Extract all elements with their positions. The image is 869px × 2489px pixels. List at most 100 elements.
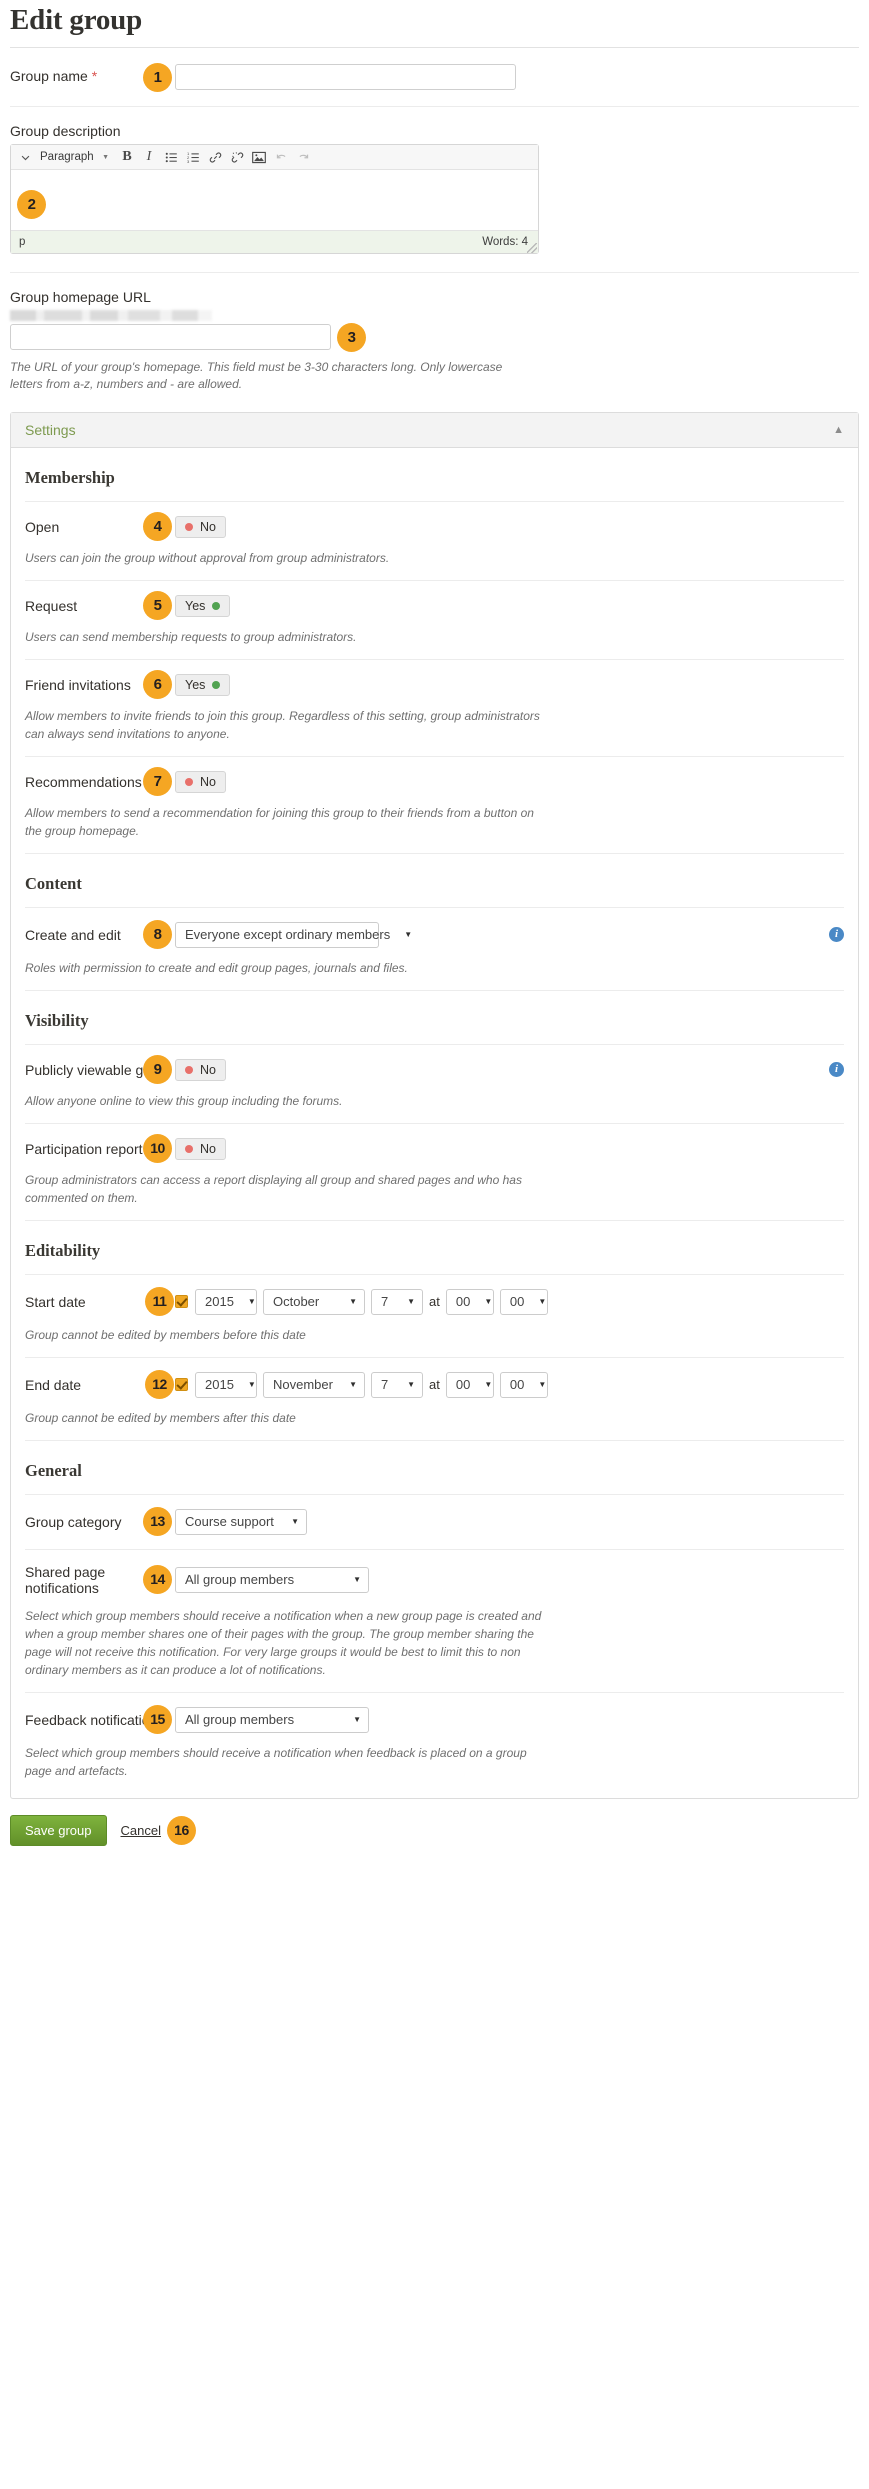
- settings-panel: Settings ▲ Membership Open No Users can …: [10, 412, 859, 1799]
- start-date-at-label: at: [429, 1294, 440, 1309]
- group-url-input[interactable]: [10, 324, 331, 350]
- group-description-editor: Paragraph ▼ B I 1 2 3: [10, 144, 539, 254]
- status-dot-on-icon: [212, 602, 220, 610]
- settings-panel-title: Settings: [25, 422, 76, 438]
- publicly-viewable-toggle[interactable]: No: [175, 1059, 226, 1081]
- setting-row-request: Request Yes Users can send membership re…: [25, 581, 844, 660]
- open-toggle[interactable]: No: [175, 516, 226, 538]
- end-date-hour-value: 00: [456, 1377, 470, 1392]
- start-date-minute-select[interactable]: 00 ▼: [500, 1289, 548, 1315]
- start-date-minute-value: 00: [510, 1294, 524, 1309]
- start-date-hour-select[interactable]: 00 ▼: [446, 1289, 494, 1315]
- numbered-list-icon[interactable]: 1 2 3: [183, 147, 203, 168]
- section-heading-membership: Membership: [25, 448, 844, 502]
- group-name-input[interactable]: [175, 64, 516, 90]
- request-toggle[interactable]: Yes: [175, 595, 230, 617]
- recommendations-toggle[interactable]: No: [175, 771, 226, 793]
- required-asterisk: *: [92, 68, 97, 84]
- italic-icon[interactable]: I: [139, 147, 159, 168]
- format-select[interactable]: Paragraph ▼: [37, 147, 115, 168]
- end-date-minute-select[interactable]: 00 ▼: [500, 1372, 548, 1398]
- start-date-hour-value: 00: [456, 1294, 470, 1309]
- group-url-prefix-redacted: [10, 310, 212, 321]
- shared-page-notifications-description: Select which group members should receiv…: [25, 1607, 545, 1679]
- end-date-description: Group cannot be edited by members after …: [25, 1409, 545, 1427]
- status-dot-off-icon: [185, 1145, 193, 1153]
- cancel-link[interactable]: Cancel: [121, 1823, 161, 1838]
- request-description: Users can send membership requests to gr…: [25, 628, 545, 646]
- chevron-down-icon: ▼: [234, 1297, 256, 1306]
- group-category-value: Course support: [185, 1514, 274, 1529]
- end-date-month-select[interactable]: November ▼: [263, 1372, 365, 1398]
- callout-badge-1: 1: [143, 63, 172, 92]
- group-name-row: Group name *: [10, 48, 859, 90]
- feedback-notifications-select[interactable]: All group members ▼: [175, 1707, 369, 1733]
- svg-text:3: 3: [187, 159, 190, 164]
- group-category-select[interactable]: Course support ▼: [175, 1509, 307, 1535]
- edit-group-page: Edit group Group name * Group descriptio…: [0, 0, 869, 1860]
- section-heading-editability: Editability: [25, 1221, 844, 1275]
- setting-row-start-date: Start date 2015 ▼ October ▼ 7: [25, 1275, 844, 1358]
- start-date-checkbox[interactable]: [175, 1295, 188, 1308]
- create-and-edit-value: Everyone except ordinary members: [185, 927, 390, 942]
- start-date-month-value: October: [273, 1294, 319, 1309]
- editor-element-path: p: [19, 236, 482, 248]
- create-and-edit-select[interactable]: Everyone except ordinary members ▼: [175, 922, 379, 948]
- chevron-down-icon: ▼: [234, 1380, 256, 1389]
- group-name-control: [175, 64, 859, 90]
- editor-resize-handle[interactable]: [527, 243, 537, 253]
- create-and-edit-description: Roles with permission to create and edit…: [25, 959, 545, 977]
- status-dot-off-icon: [185, 1066, 193, 1074]
- recommendations-description: Allow members to send a recommendation f…: [25, 804, 545, 840]
- end-date-year-select[interactable]: 2015 ▼: [195, 1372, 257, 1398]
- save-group-button[interactable]: Save group: [10, 1815, 107, 1846]
- format-select-value: Paragraph: [40, 151, 94, 163]
- start-date-day-select[interactable]: 7 ▼: [371, 1289, 423, 1315]
- unlink-icon[interactable]: [227, 147, 247, 168]
- participation-report-toggle[interactable]: No: [175, 1138, 226, 1160]
- chevron-down-icon: ▼: [524, 1297, 546, 1306]
- chevron-down-icon: ▼: [102, 154, 109, 161]
- participation-report-description: Group administrators can access a report…: [25, 1171, 545, 1207]
- chevron-down-icon: ▼: [524, 1380, 546, 1389]
- friend-invitations-toggle[interactable]: Yes: [175, 674, 230, 696]
- setting-row-feedback-notifications: Feedback notifications All group members…: [25, 1693, 844, 1780]
- open-toggle-value: No: [200, 520, 216, 534]
- end-date-day-value: 7: [381, 1377, 388, 1392]
- chevron-down-icon: ▼: [339, 1575, 361, 1584]
- redo-icon[interactable]: [293, 147, 313, 168]
- shared-page-notifications-value: All group members: [185, 1572, 294, 1587]
- link-icon[interactable]: [205, 147, 225, 168]
- settings-panel-body: Membership Open No Users can join the gr…: [11, 448, 858, 1798]
- recommendations-toggle-value: No: [200, 775, 216, 789]
- page-title: Edit group: [10, 0, 859, 47]
- chevron-up-icon: ▲: [833, 424, 844, 436]
- info-icon[interactable]: i: [829, 1062, 844, 1077]
- friend-invitations-toggle-value: Yes: [185, 678, 205, 692]
- undo-icon[interactable]: [271, 147, 291, 168]
- end-date-checkbox[interactable]: [175, 1378, 188, 1391]
- editor-status-bar: p Words: 4: [11, 230, 538, 253]
- settings-panel-header[interactable]: Settings ▲: [11, 413, 858, 448]
- setting-row-publicly-viewable: Publicly viewable group No i Allow anyon…: [25, 1045, 844, 1124]
- group-name-label-text: Group name: [10, 68, 88, 84]
- end-date-hour-select[interactable]: 00 ▼: [446, 1372, 494, 1398]
- chevron-down-icon[interactable]: [15, 147, 35, 168]
- group-description-input[interactable]: [11, 170, 538, 230]
- editor-toolbar: Paragraph ▼ B I 1 2 3: [11, 145, 538, 170]
- start-date-year-select[interactable]: 2015 ▼: [195, 1289, 257, 1315]
- section-heading-general: General: [25, 1441, 844, 1495]
- chevron-down-icon: ▼: [335, 1297, 357, 1306]
- bullet-list-icon[interactable]: [161, 147, 181, 168]
- status-dot-on-icon: [212, 681, 220, 689]
- chevron-down-icon: ▼: [393, 1380, 415, 1389]
- shared-page-notifications-select[interactable]: All group members ▼: [175, 1567, 369, 1593]
- start-date-month-select[interactable]: October ▼: [263, 1289, 365, 1315]
- end-date-day-select[interactable]: 7 ▼: [371, 1372, 423, 1398]
- bold-icon[interactable]: B: [117, 147, 137, 168]
- image-icon[interactable]: [249, 147, 269, 168]
- info-icon[interactable]: i: [829, 927, 844, 942]
- chevron-down-icon: ▼: [390, 930, 412, 939]
- group-description-label: Group description: [10, 107, 859, 144]
- chevron-down-icon: ▼: [277, 1517, 299, 1526]
